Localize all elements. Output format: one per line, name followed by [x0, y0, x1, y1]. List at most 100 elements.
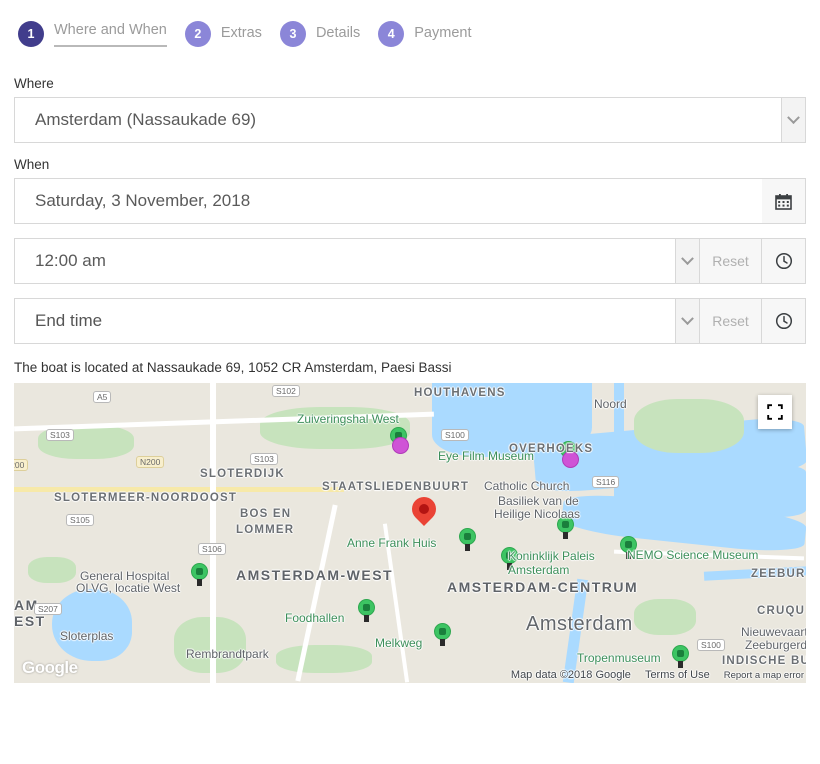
chevron-down-icon [787, 110, 800, 124]
date-input[interactable]: Saturday, 3 November, 2018 [14, 178, 762, 224]
map-attribution: Map data ©2018 Google Terms of Use Repor… [511, 669, 804, 681]
map-label: Koninklijk Paleis [508, 549, 595, 563]
map-water-canal-noord [614, 383, 624, 439]
map-label: Amsterdam [508, 563, 570, 577]
step-label-extras: Extras [220, 24, 262, 41]
map-label: Basiliek van de [498, 494, 579, 508]
map-fullscreen-button[interactable] [758, 395, 792, 429]
step-label-where-and-when: Where and When [54, 22, 167, 47]
map-road-shield: S103 [46, 429, 74, 441]
map-road-shield: S207 [34, 603, 62, 615]
stepper-step-extras[interactable]: 2 Extras [184, 21, 262, 47]
map-label: Foodhallen [285, 611, 345, 625]
map-road-shield: N200 [14, 459, 29, 471]
step-number-2: 2 [184, 21, 211, 47]
map-terms-of-use-link[interactable]: Terms of Use [645, 669, 710, 681]
date-field-row: Saturday, 3 November, 2018 [14, 178, 806, 224]
poi-pin-melkweg[interactable] [434, 623, 451, 646]
fullscreen-expand-icon [767, 404, 783, 420]
map-label: ZEEBUR [751, 568, 806, 580]
start-time-input[interactable]: 12:00 am [14, 238, 676, 284]
location-map[interactable]: HOUTHAVENS Noord OVERHOEKS Zuiveringshal We… [14, 383, 806, 683]
map-label: AMSTERDAM-CENTRUM [447, 579, 639, 595]
map-road-shield: N200 [136, 456, 165, 468]
where-dropdown-button[interactable] [782, 97, 806, 143]
end-time-dropdown-button[interactable] [676, 298, 700, 344]
map-data-credit: Map data ©2018 Google [510, 669, 631, 681]
map-label: SLOTERMEER-NOORDOOST [54, 492, 238, 504]
map-green-noord [634, 399, 744, 453]
calendar-icon [775, 193, 792, 210]
map-label: HOUTHAVENS [414, 387, 506, 399]
map-water-sloterplas [52, 589, 132, 661]
map-report-error-link[interactable]: Report a map error [724, 670, 804, 681]
step-label-payment: Payment [414, 24, 472, 41]
where-label: Where [14, 76, 54, 91]
map-label: Noord [594, 397, 627, 411]
where-select[interactable]: Amsterdam (Nassaukade 69) [14, 97, 782, 143]
clock-icon [775, 252, 792, 270]
map-green-oosterpark [634, 599, 696, 635]
map-label: Anne Frank Huis [347, 536, 437, 550]
map-label: AMSTERDAM-WEST [236, 567, 394, 583]
map-label: Nieuwevaart [741, 625, 806, 639]
map-label: Heilige Nicolaas [494, 507, 581, 521]
map-label: NEMO Science Museum [627, 548, 759, 562]
map-label: OLVG, locatie West [76, 581, 181, 595]
google-watermark: Google [22, 658, 78, 677]
map-label: INDISCHE BU [722, 655, 806, 667]
poi-pin-purple-west[interactable] [392, 437, 409, 454]
map-label: Amsterdam [526, 613, 633, 635]
stepper-step-details[interactable]: 3 Details [279, 21, 361, 47]
map-green-erasmus [28, 557, 76, 583]
poi-pin-anne-frank-huis[interactable] [459, 528, 476, 551]
map-label: SLOTERDIJK [200, 468, 285, 480]
map-label: CRUQU [757, 605, 806, 617]
map-label: Rembrandtpark [186, 647, 269, 661]
end-time-clock-button[interactable] [762, 298, 806, 344]
boat-location-marker[interactable] [407, 492, 441, 526]
map-road-shield: S100 [697, 639, 725, 651]
map-label: Catholic Church [484, 479, 570, 493]
map-road-shield: S102 [272, 385, 300, 397]
clock-icon [775, 312, 792, 330]
step-number-4: 4 [378, 21, 405, 47]
end-time-reset-button[interactable]: Reset [700, 298, 762, 344]
map-label: Zuiveringshal West [297, 412, 399, 426]
map-green-vondelpark [276, 645, 372, 673]
map-label: Tropenmuseum [577, 651, 661, 665]
step-number-3: 3 [279, 21, 306, 47]
step-label-details: Details [315, 24, 361, 41]
step-number-1: 1 [18, 21, 44, 47]
map-label: EST [14, 613, 46, 629]
start-time-dropdown-button[interactable] [676, 238, 700, 284]
poi-pin-general-hospital[interactable] [191, 563, 208, 586]
map-label: BOS EN [240, 508, 292, 520]
map-label: Eye Film Museum [438, 449, 535, 463]
poi-pin-tropenmuseum[interactable] [672, 645, 689, 668]
booking-form: Where Amsterdam (Nassaukade 69) When Sat… [0, 54, 820, 344]
stepper-step-where-and-when[interactable]: 1 Where and When [18, 21, 167, 47]
map-label: STAATSLIEDENBUURT [322, 481, 470, 493]
poi-pin-foodhallen[interactable] [358, 599, 375, 622]
map-label: Sloterplas [60, 629, 114, 643]
start-time-field-row: 12:00 am Reset [14, 238, 806, 284]
map-label: Zeeburgerdijk [745, 638, 806, 652]
chevron-down-icon [681, 251, 694, 265]
map-label: LOMMER [236, 524, 295, 536]
calendar-picker-button[interactable] [762, 178, 806, 224]
map-road-shield: S103 [250, 453, 278, 465]
where-field-row: Amsterdam (Nassaukade 69) [14, 97, 806, 143]
stepper-step-payment[interactable]: 4 Payment [378, 21, 472, 47]
map-label: Melkweg [375, 636, 423, 650]
end-time-input[interactable]: End time [14, 298, 676, 344]
end-time-field-row: End time Reset [14, 298, 806, 344]
map-road-shield: S106 [198, 543, 226, 555]
map-road-shield: A5 [93, 391, 112, 403]
start-time-clock-button[interactable] [762, 238, 806, 284]
when-label: When [14, 157, 50, 172]
progress-stepper: 1 Where and When 2 Extras 3 Details 4 Pa… [0, 0, 820, 54]
start-time-reset-button[interactable]: Reset [700, 238, 762, 284]
map-road-shield: S100 [441, 429, 469, 441]
map-road-shield: S105 [66, 514, 94, 526]
